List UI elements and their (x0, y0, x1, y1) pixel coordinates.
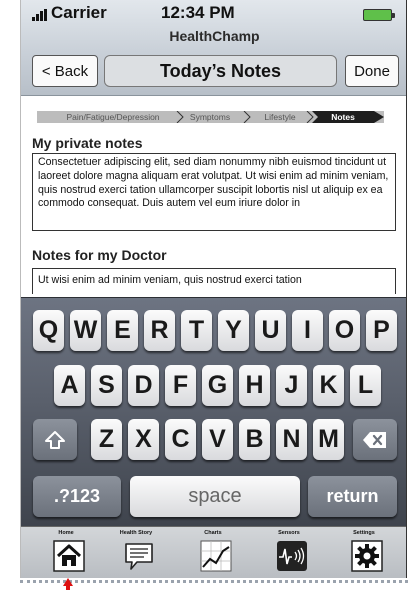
key-e[interactable]: E (107, 310, 138, 351)
key-o[interactable]: O (329, 310, 360, 351)
key-c[interactable]: C (165, 419, 196, 460)
key-z[interactable]: Z (91, 419, 122, 460)
key-s[interactable]: S (91, 365, 122, 406)
bottom-dotted-edge (20, 580, 408, 584)
doctor-notes-title: Notes for my Doctor (32, 247, 167, 263)
shift-arrow-icon (45, 430, 65, 449)
key-w[interactable]: W (70, 310, 101, 351)
key-n[interactable]: N (276, 419, 307, 460)
app-name: HealthChamp (169, 28, 260, 44)
carrier-name: Carrier (51, 3, 107, 22)
key-k[interactable]: K (313, 365, 344, 406)
key-l[interactable]: L (350, 365, 381, 406)
status-time: 12:34 PM (161, 3, 235, 22)
key-f[interactable]: F (165, 365, 196, 406)
private-notes-textarea[interactable]: Consectetuer adipiscing elit, sed diam n… (32, 153, 396, 231)
key-d[interactable]: D (128, 365, 159, 406)
speech-bubble-icon (125, 543, 153, 570)
key-a[interactable]: A (54, 365, 85, 406)
key-q[interactable]: Q (33, 310, 64, 351)
delete-key[interactable] (353, 419, 397, 460)
tab-bar: Home Health Story Charts Sensors Setting… (21, 526, 406, 578)
page-title: Today’s Notes (104, 55, 337, 87)
waveform-icon (277, 541, 307, 571)
breadcrumb-step-symptoms[interactable]: Symptoms (182, 111, 238, 123)
top-bar: Carrier 12:34 PM HealthChamp < Back Toda… (21, 0, 406, 96)
status-bar: Carrier 12:34 PM (21, 0, 406, 26)
shift-key[interactable] (33, 419, 77, 460)
key-p[interactable]: P (366, 310, 397, 351)
home-icon (53, 540, 85, 572)
key-h[interactable]: H (239, 365, 270, 406)
key-v[interactable]: V (202, 419, 233, 460)
key-r[interactable]: R (144, 310, 175, 351)
key-j[interactable]: J (276, 365, 307, 406)
phone-screen: Carrier 12:34 PM HealthChamp < Back Toda… (20, 0, 407, 578)
tab-health-story-label: Health Story (119, 530, 153, 536)
breadcrumb-step-pain[interactable]: Pain/Fatigue/Depression (51, 111, 175, 123)
gear-icon (351, 540, 383, 572)
signal-strength-icon (32, 9, 48, 21)
key-i[interactable]: I (292, 310, 323, 351)
pointer-stem (66, 586, 70, 590)
return-key[interactable]: return (308, 476, 397, 517)
private-notes-title: My private notes (32, 135, 143, 151)
backspace-icon (363, 431, 386, 448)
tab-charts-label: Charts (204, 530, 222, 536)
tab-settings-label: Settings (353, 530, 375, 536)
tab-sensors-label: Sensors (278, 530, 300, 536)
key-g[interactable]: G (202, 365, 233, 406)
doctor-notes-textarea[interactable]: Ut wisi enim ad minim veniam, quis nostr… (32, 268, 396, 294)
home-tab-pointer-arrow (63, 578, 73, 586)
notes-content: Pain/Fatigue/Depression Symptoms Lifesty… (21, 97, 406, 297)
breadcrumb-step-lifestyle[interactable]: Lifestyle (250, 111, 310, 123)
tab-settings[interactable]: Settings (334, 527, 394, 578)
tab-home-label: Home (58, 530, 74, 536)
space-key[interactable]: space (130, 476, 300, 517)
tab-charts[interactable]: Charts (183, 527, 243, 578)
key-t[interactable]: T (181, 310, 212, 351)
line-chart-icon (200, 540, 232, 572)
battery-icon (363, 9, 395, 21)
key-m[interactable]: M (313, 419, 344, 460)
key-y[interactable]: Y (218, 310, 249, 351)
tab-home[interactable]: Home (36, 527, 96, 578)
numbers-key[interactable]: .?123 (33, 476, 121, 517)
done-button[interactable]: Done (345, 55, 399, 87)
tab-health-story[interactable]: Health Story (106, 527, 166, 578)
back-button[interactable]: < Back (32, 55, 98, 87)
onscreen-keyboard: Q W E R T Y U I O P A S D F G H J K L Z … (21, 297, 406, 526)
breadcrumb-step-notes[interactable]: Notes (318, 111, 368, 123)
breadcrumb: Pain/Fatigue/Depression Symptoms Lifesty… (37, 111, 384, 123)
tab-sensors[interactable]: Sensors (259, 527, 319, 578)
key-x[interactable]: X (128, 419, 159, 460)
key-b[interactable]: B (239, 419, 270, 460)
key-u[interactable]: U (255, 310, 286, 351)
